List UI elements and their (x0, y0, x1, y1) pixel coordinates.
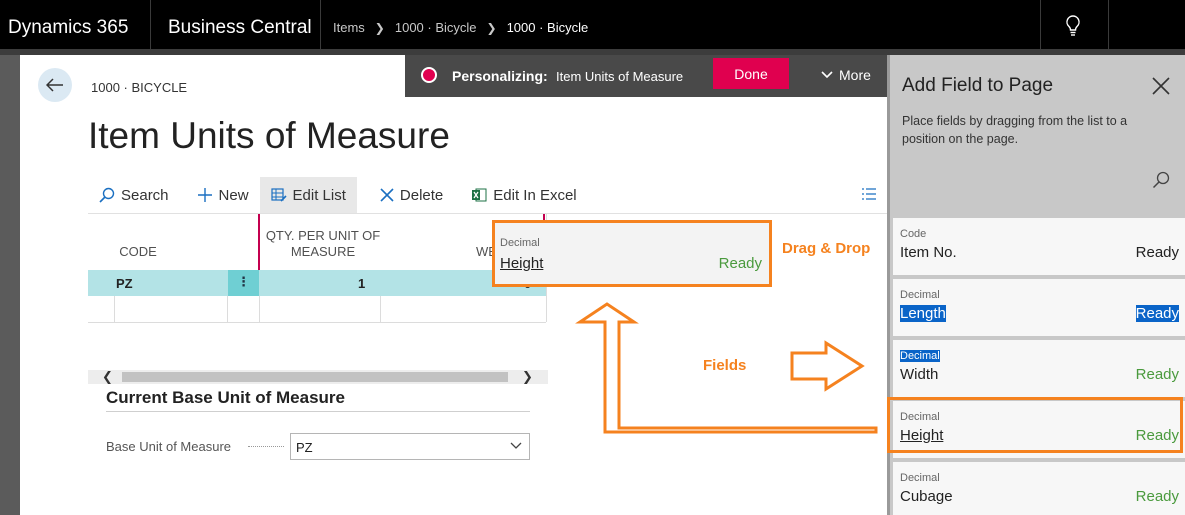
field-status: Ready (1135, 488, 1179, 505)
annotation-drag-drop-label: Drag & Drop (782, 240, 871, 257)
page-title: Item Units of Measure (88, 115, 450, 156)
grid-line (114, 296, 115, 322)
search-icon[interactable] (1152, 171, 1170, 189)
plus-icon (197, 188, 212, 202)
nav-separator (320, 0, 321, 49)
search-button[interactable]: Search (88, 177, 180, 213)
action-bar: Search New Edit List Delete Edit In Exce… (88, 177, 588, 213)
field-name: Item No. (900, 244, 957, 261)
column-header-code[interactable]: CODE (88, 244, 188, 260)
excel-icon (472, 188, 487, 202)
field-name: Length (900, 305, 946, 322)
field-name: Cubage (900, 488, 953, 505)
delete-x-icon (380, 188, 394, 202)
search-icon (99, 187, 115, 203)
edit-in-excel-label: Edit In Excel (493, 186, 577, 204)
chevron-down-icon (510, 442, 522, 449)
arrow-left-icon (46, 78, 63, 92)
edit-list-label: Edit List (292, 186, 346, 204)
grid-line (380, 296, 381, 322)
horizontal-scrollbar[interactable]: ❮ ❯ (88, 369, 548, 385)
base-unit-select[interactable]: PZ (290, 433, 530, 460)
grid-line (259, 296, 260, 322)
field-item-length[interactable]: Decimal Length Ready (893, 279, 1185, 336)
close-icon[interactable] (1151, 76, 1171, 96)
personalize-bar: Personalizing: Item Units of Measure Don… (405, 55, 887, 97)
field-status: Ready (1135, 305, 1179, 322)
fasttab-divider (106, 411, 530, 412)
annotation-drop-box (492, 220, 772, 287)
field-type: Code (900, 228, 927, 240)
label-leader-dots (248, 446, 284, 447)
breadcrumb: Items ❯ 1000 · Bicycle ❯ 1000 · Bicycle (333, 20, 588, 35)
record-indicator-icon (421, 67, 437, 83)
back-button[interactable] (38, 68, 72, 102)
top-nav-bar: Dynamics 365 Business Central Items ❯ 10… (0, 0, 1185, 55)
chevron-down-icon (821, 71, 833, 79)
field-status: Ready (1135, 366, 1179, 383)
edit-list-icon (270, 188, 287, 202)
column-divider (258, 214, 260, 270)
field-type: Decimal (900, 472, 940, 484)
product-name[interactable]: Dynamics 365 (8, 17, 128, 39)
new-button[interactable]: New (186, 177, 260, 213)
lightbulb-icon[interactable] (1064, 14, 1082, 38)
personalizing-label: Personalizing: (452, 68, 548, 84)
scroll-left-icon[interactable]: ❮ (102, 369, 113, 385)
breadcrumb-items[interactable]: Items (333, 20, 365, 35)
field-type: Decimal (900, 289, 940, 301)
field-item-cubage[interactable]: Decimal Cubage Ready (893, 462, 1185, 515)
done-button[interactable]: Done (713, 58, 789, 89)
panel-title: Add Field to Page (902, 75, 1054, 96)
field-item-item-no[interactable]: Code Item No. Ready (893, 218, 1185, 275)
breadcrumb-item-card[interactable]: 1000 · Bicycle (395, 20, 477, 35)
delete-label: Delete (399, 186, 444, 204)
base-unit-label: Base Unit of Measure (106, 439, 232, 454)
annotation-source-box (887, 397, 1183, 453)
nav-separator (1108, 0, 1109, 49)
field-type: Decimal (900, 350, 940, 362)
chevron-right-icon: ❯ (374, 20, 385, 35)
edit-in-excel-button[interactable]: Edit In Excel (460, 177, 587, 213)
edit-list-button[interactable]: Edit List (259, 177, 357, 213)
panel-description: Place fields by dragging from the list t… (902, 114, 1128, 146)
left-backdrop (0, 55, 20, 515)
list-view-icon[interactable] (862, 188, 876, 200)
cell-qty[interactable]: 1 (358, 276, 365, 291)
breadcrumb-current: 1000 · Bicycle (506, 20, 589, 35)
delete-button[interactable]: Delete (369, 177, 454, 213)
units-grid: CODE QTY. PER UNIT OF MEASURE WEIGHT PZ … (88, 214, 548, 324)
field-status: Ready (1135, 244, 1179, 261)
row-actions-button[interactable]: ⋮ (228, 270, 259, 296)
record-id: 1000 · BICYCLE (91, 80, 188, 95)
nav-separator (150, 0, 151, 49)
field-name: Width (900, 366, 939, 383)
chevron-right-icon: ❯ (486, 20, 497, 35)
personalizing-page-name: Item Units of Measure (556, 69, 684, 84)
fasttab-title[interactable]: Current Base Unit of Measure (106, 388, 345, 408)
nav-separator (1040, 0, 1041, 49)
cell-code[interactable]: PZ (116, 276, 133, 291)
table-row[interactable] (88, 270, 546, 296)
app-name[interactable]: Business Central (168, 17, 312, 39)
column-header-qty[interactable]: QTY. PER UNIT OF MEASURE (263, 228, 383, 260)
more-button[interactable]: More (821, 67, 871, 83)
scroll-right-icon[interactable]: ❯ (522, 369, 533, 385)
search-label: Search (121, 186, 169, 204)
base-unit-value: PZ (296, 440, 313, 455)
grid-line (227, 296, 228, 322)
field-item-width[interactable]: Decimal Width Ready (893, 340, 1185, 397)
grid-line (88, 322, 546, 323)
scroll-thumb[interactable] (122, 372, 508, 382)
new-label: New (218, 186, 249, 204)
annotation-fields-label: Fields (703, 357, 747, 374)
more-label: More (839, 67, 871, 83)
